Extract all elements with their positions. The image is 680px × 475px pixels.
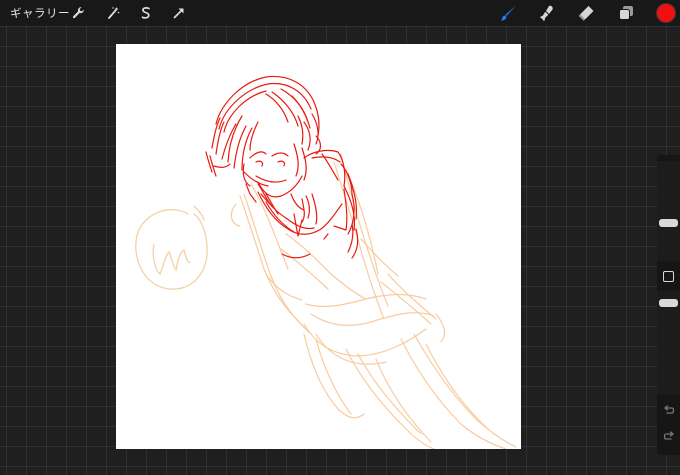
brush-sidebar: [657, 155, 680, 455]
square-modifier-icon[interactable]: [663, 271, 674, 282]
redo-button[interactable]: [660, 427, 677, 444]
transform-button[interactable]: [169, 3, 189, 23]
top-toolbar: ギャラリー: [0, 0, 680, 26]
selection-button[interactable]: [136, 3, 156, 23]
brush-icon: [500, 5, 516, 21]
underdrawing-strokes: [230, 153, 517, 449]
layers-icon: [619, 6, 633, 20]
adjustments-button[interactable]: [103, 3, 123, 23]
signature-mark: [135, 205, 208, 290]
sketch-artwork: [135, 75, 517, 449]
color-picker-swatch[interactable]: [657, 4, 675, 22]
layers-button[interactable]: [615, 3, 637, 23]
actions-button[interactable]: [68, 3, 88, 23]
selection-s-icon: [141, 7, 150, 19]
magic-wand-icon: [108, 7, 120, 19]
undo-arrow-icon: [663, 404, 674, 414]
smudge-icon: [540, 5, 553, 21]
opacity-thumb[interactable]: [659, 299, 678, 307]
redo-arrow-icon: [663, 430, 674, 440]
wrench-icon: [72, 7, 84, 19]
undo-button[interactable]: [660, 401, 677, 418]
eraser-tool-button[interactable]: [575, 3, 597, 23]
gallery-button[interactable]: ギャラリー: [10, 5, 70, 21]
smudge-tool-button[interactable]: [536, 3, 558, 23]
brush-size-slider[interactable]: [657, 161, 680, 261]
procreate-app: ギャラリー: [0, 0, 680, 475]
drawing-canvas[interactable]: [116, 44, 521, 449]
opacity-slider[interactable]: [657, 291, 680, 395]
eraser-icon: [578, 6, 594, 21]
transform-arrow-icon: [173, 8, 184, 19]
brush-tool-button[interactable]: [498, 3, 520, 23]
ink-linework: [205, 75, 359, 259]
brush-size-thumb[interactable]: [659, 219, 678, 227]
